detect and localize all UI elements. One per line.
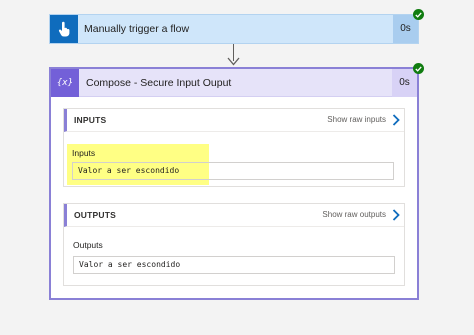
outputs-section-header: OUTPUTS Show raw outputs (64, 204, 404, 227)
outputs-section: OUTPUTS Show raw outputs Outputs Valor a… (63, 203, 405, 286)
show-raw-outputs-link[interactable]: Show raw outputs (322, 204, 386, 226)
success-check-icon (413, 63, 424, 74)
inputs-value-field: Valor a ser escondido (72, 162, 394, 180)
trigger-title: Manually trigger a flow (84, 23, 190, 35)
compose-title: Compose - Secure Input Ouput (86, 77, 232, 89)
hand-pointer-icon (50, 15, 78, 43)
compose-header[interactable]: {x} Compose - Secure Input Ouput 0s (51, 69, 417, 97)
chevron-right-icon[interactable] (392, 114, 400, 126)
compose-duration: 0s (392, 69, 417, 97)
success-check-icon (413, 9, 424, 20)
inputs-section-title: INPUTS (74, 115, 107, 125)
outputs-section-title: OUTPUTS (74, 210, 117, 220)
inputs-section-header: INPUTS Show raw inputs (64, 109, 404, 132)
trigger-duration: 0s (393, 15, 418, 43)
outputs-field-label: Outputs (73, 240, 103, 250)
arrow-down-icon (227, 57, 240, 66)
compose-card[interactable]: {x} Compose - Secure Input Ouput 0s INPU… (49, 67, 419, 300)
trigger-card[interactable]: Manually trigger a flow 0s (49, 14, 419, 44)
inputs-field-label: Inputs (72, 148, 96, 158)
outputs-value-field: Valor a ser escondido (73, 256, 395, 274)
chevron-right-icon[interactable] (392, 209, 400, 221)
show-raw-inputs-link[interactable]: Show raw inputs (327, 109, 386, 131)
curly-braces-icon: {x} (51, 69, 79, 97)
